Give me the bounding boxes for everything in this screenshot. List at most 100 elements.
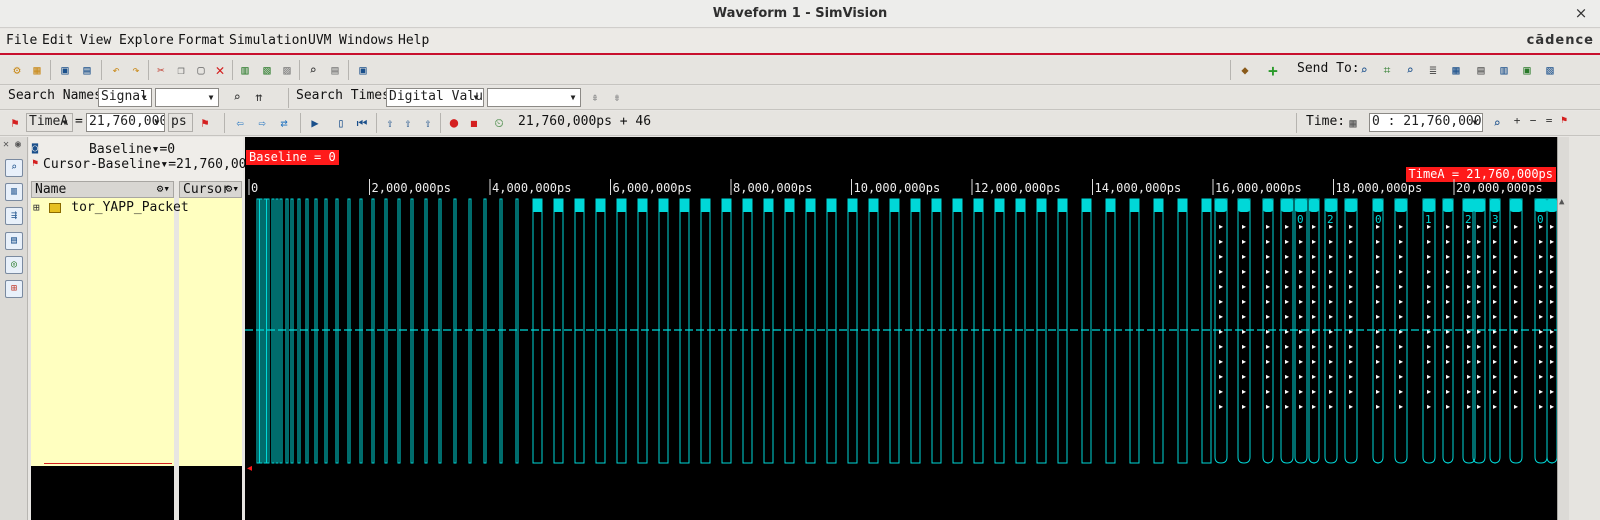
transaction-pulse[interactable]: [847, 198, 858, 464]
panel-float-icon[interactable]: ◉: [15, 139, 21, 150]
zoom-cursor-icon[interactable]: ⚑: [1555, 111, 1573, 129]
send-to-schematic-tracer-icon[interactable]: ⌗: [1378, 61, 1396, 79]
transaction-pulse[interactable]: [1057, 198, 1068, 464]
redo-icon[interactable]: ↷: [127, 61, 145, 79]
rewind-icon[interactable]: ⏮: [353, 114, 371, 132]
menu-windows[interactable]: Windows: [339, 33, 394, 48]
add-icon[interactable]: +: [1264, 61, 1282, 80]
name-column-header[interactable]: Name ⚙▾: [31, 181, 174, 198]
time-unit-select[interactable]: ps: [168, 113, 193, 132]
menu-explore[interactable]: Explore: [119, 33, 174, 48]
transaction-pulse[interactable]: [305, 198, 309, 464]
transaction-pulse[interactable]: [397, 198, 401, 464]
search-times-input[interactable]: ▼: [487, 88, 581, 107]
zoom-fit-icon[interactable]: ⌕: [1488, 114, 1506, 132]
window-layout-icon[interactable]: ▣: [354, 61, 372, 79]
transaction-pulse[interactable]: [973, 198, 984, 464]
menu-file[interactable]: File: [6, 33, 37, 48]
schematic-tool-icon[interactable]: ⇶: [5, 207, 23, 225]
time-range-type-icon[interactable]: ▦: [1344, 114, 1362, 132]
cursor-name-select[interactable]: TimeA ▼: [26, 113, 73, 132]
menu-edit[interactable]: Edit: [42, 33, 73, 48]
save-command-icon[interactable]: ▤: [78, 61, 96, 79]
marker-3-icon[interactable]: ⇧: [419, 114, 437, 132]
transaction-pulse[interactable]: [931, 198, 942, 464]
transaction-pulse[interactable]: [574, 198, 585, 464]
transaction-pulse[interactable]: [271, 198, 275, 464]
waveform-traces[interactable]: ▸ ▸ ▸ ▸ ▸ ▸ ▸ ▸ ▸ ▸ ▸ ▸ ▸ ▸ ▸ ▸ ▸ ▸ ▸ ▸ ▸ ▸ ▸ ▸ ▸ ▸ ▸ ▸ ▸ ▸ ▸ ▸ ▸ ▸ ▸ ▸ ▸ ▸ ▸ ▸…: [245, 137, 1557, 520]
search-next-icon[interactable]: ⇟: [608, 88, 626, 106]
package-icon[interactable]: ◆: [1236, 61, 1254, 79]
transaction-pulse[interactable]: [438, 198, 442, 464]
transaction-pulse[interactable]: [1201, 198, 1212, 464]
search-names-input[interactable]: ▼: [155, 88, 219, 107]
transaction-pulse[interactable]: [994, 198, 1005, 464]
gear-icon[interactable]: ⚙▾: [157, 182, 170, 195]
transaction-pulse[interactable]: [468, 198, 472, 464]
transaction-pulse[interactable]: [424, 198, 428, 464]
transaction-pulse[interactable]: [359, 198, 363, 464]
transaction-pulse[interactable]: [335, 198, 339, 464]
search-times-type-select[interactable]: Digital Value ▼: [386, 88, 484, 107]
transaction-pulse[interactable]: [259, 198, 263, 464]
signal-tool-icon[interactable]: ▥: [5, 183, 23, 201]
transaction-pulse[interactable]: [1081, 198, 1092, 464]
transaction-pulse[interactable]: [371, 198, 375, 464]
transaction-pulse[interactable]: [314, 198, 318, 464]
transaction-pulse[interactable]: [1177, 198, 1188, 464]
transaction-pulse[interactable]: [297, 198, 301, 464]
transaction-pulse[interactable]: [1153, 198, 1164, 464]
menu-uvm[interactable]: UVM: [308, 33, 331, 48]
menu-simulation[interactable]: Simulation: [229, 33, 307, 48]
transaction-pulse[interactable]: [763, 198, 774, 464]
transaction-pulse[interactable]: [616, 198, 627, 464]
menu-view[interactable]: View: [80, 33, 111, 48]
transaction-pulse[interactable]: [553, 198, 564, 464]
waveform-canvas[interactable]: Baseline = 0 TimeA = 21,760,000ps 0 2,000…: [245, 137, 1557, 520]
transaction-pulse[interactable]: [483, 198, 487, 464]
transaction-pulse[interactable]: [347, 198, 351, 464]
gear-icon[interactable]: ⚙▾: [226, 182, 239, 195]
cursor-time-input[interactable]: 21,760,000 ▼: [86, 113, 165, 132]
source-tool-icon[interactable]: ▤: [5, 232, 23, 250]
expand-icon[interactable]: ⊞: [33, 201, 40, 214]
paste-icon[interactable]: ▢: [192, 61, 210, 79]
copy-icon[interactable]: ❐: [172, 61, 190, 79]
send-to-design-browser-icon[interactable]: ⌕: [1355, 61, 1373, 79]
marker-1-icon[interactable]: ⇧: [381, 114, 399, 132]
delete-icon[interactable]: ✕: [211, 61, 229, 79]
transaction-pulse[interactable]: [256, 198, 260, 464]
search-previous-icon[interactable]: ⇞: [586, 88, 604, 106]
design-browser-tool-icon[interactable]: ⌕: [5, 159, 23, 177]
find-icon[interactable]: ⌕: [304, 61, 322, 79]
waveform-tool-icon[interactable]: ⊞: [5, 280, 23, 298]
menu-help[interactable]: Help: [398, 33, 429, 48]
transaction-pulse[interactable]: [1129, 198, 1140, 464]
record-icon[interactable]: ●: [445, 114, 463, 132]
edge-search-icon[interactable]: ⇄: [275, 114, 293, 132]
transaction-pulse[interactable]: [266, 198, 270, 464]
send-to-watch-icon[interactable]: ▤: [1472, 61, 1490, 79]
search-names-type-select[interactable]: Signal ▼: [98, 88, 152, 107]
transaction-pulse[interactable]: [805, 198, 816, 464]
transaction-pulse[interactable]: [868, 198, 879, 464]
cursor-flag-icon[interactable]: ⚑: [6, 114, 24, 132]
cut-icon[interactable]: ✂: [152, 61, 170, 79]
cursor-column-header[interactable]: Cursor ⚙▾: [179, 181, 242, 198]
transaction-pulse[interactable]: [1015, 198, 1026, 464]
vertical-scrollbar[interactable]: ▲: [1557, 137, 1569, 520]
transaction-pulse[interactable]: [499, 198, 503, 464]
transaction-pulse[interactable]: [910, 198, 921, 464]
transaction-pulse[interactable]: [279, 198, 283, 464]
marker-2-icon[interactable]: ⇧: [399, 114, 417, 132]
transaction-pulse[interactable]: [275, 198, 279, 464]
transaction-pulse[interactable]: [453, 198, 457, 464]
transaction-pulse[interactable]: [324, 198, 328, 464]
transaction-pulse[interactable]: [889, 198, 900, 464]
transaction-pulse[interactable]: [263, 198, 267, 464]
send-to-register-icon[interactable]: ▨: [278, 61, 296, 79]
cursor-baseline-value[interactable]: Cursor-Baseline▾=21,760,000ps: [43, 157, 270, 172]
search-names-find-icon[interactable]: ⌕: [228, 88, 246, 106]
transaction-pulse[interactable]: [721, 198, 732, 464]
menu-format[interactable]: Format: [178, 33, 225, 48]
